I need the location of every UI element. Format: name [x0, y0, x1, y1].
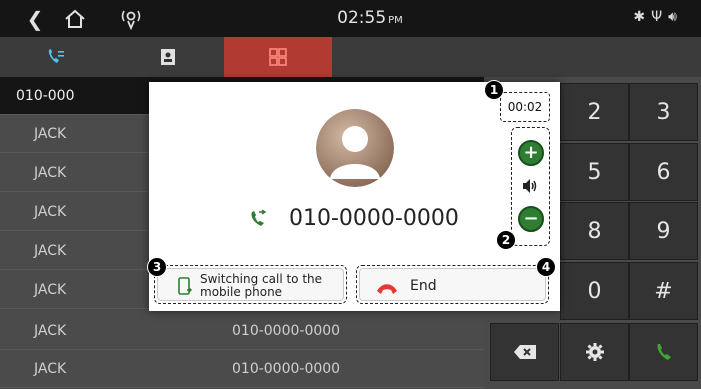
list-item-name: JACK — [34, 165, 67, 181]
backspace-icon — [513, 345, 536, 359]
list-item[interactable]: JACK 010-0000-0000 — [0, 350, 484, 388]
system-icons: ✱Ψ🔊︎ — [633, 9, 683, 25]
volume-up-button[interactable]: + — [518, 140, 544, 166]
phone-screen: ❮ 02:55 PM ✱Ψ🔊︎ 010-000 JACK JACK JACK JA… — [0, 0, 701, 389]
list-item-name: JACK — [34, 323, 67, 339]
home-icon[interactable] — [62, 6, 88, 32]
callout-badge-4: 4 — [536, 257, 556, 277]
backspace-button[interactable] — [490, 323, 559, 381]
list-item-name: 010-000 — [16, 88, 75, 104]
tab-bar — [0, 37, 701, 77]
tab-bar-empty — [332, 37, 701, 77]
key-9[interactable]: 9 — [629, 202, 698, 260]
usb-icon: Ψ — [651, 9, 669, 25]
active-call-icon — [249, 209, 267, 228]
settings-icon — [585, 343, 604, 361]
key-6[interactable]: 6 — [629, 143, 698, 201]
list-item-name: JACK — [34, 204, 67, 220]
end-call-icon — [376, 280, 398, 294]
call-actions: Switching call to the mobile phone End — [149, 263, 560, 311]
clock-time: 02:55 — [337, 8, 387, 28]
list-item[interactable]: JACK 010-0000-0000 — [0, 312, 484, 350]
volume-icon: 🔊︎ — [668, 9, 683, 25]
dialpad-icon — [269, 48, 287, 66]
call-log-icon — [48, 49, 64, 63]
call-timer: 00:02 — [500, 92, 550, 122]
callout-badge-1: 1 — [484, 80, 504, 100]
tab-keypad[interactable] — [224, 37, 332, 77]
call-button[interactable] — [629, 323, 698, 381]
list-item-name: JACK — [34, 282, 67, 298]
key-3[interactable]: 3 — [629, 83, 698, 141]
caller-avatar — [316, 109, 394, 187]
clock: 02:55 PM — [300, 8, 440, 28]
list-item-number: 010-0000-0000 — [232, 361, 341, 377]
status-bar: ❮ 02:55 PM ✱Ψ🔊︎ — [0, 0, 701, 37]
list-item-name: JACK — [34, 243, 67, 259]
key-hash[interactable]: # — [629, 262, 698, 320]
plus-icon: + — [523, 142, 539, 163]
list-item-number: 010-0000-0000 — [232, 323, 341, 339]
end-call-label: End — [410, 278, 437, 294]
volume-down-button[interactable]: − — [518, 206, 544, 232]
key-8[interactable]: 8 — [560, 202, 629, 260]
contacts-book-icon — [161, 49, 175, 65]
key-5[interactable]: 5 — [560, 143, 629, 201]
callout-badge-3: 3 — [147, 257, 167, 277]
switch-to-mobile-button[interactable]: Switching call to the mobile phone — [154, 265, 347, 304]
clock-ampm: PM — [388, 15, 403, 26]
call-icon — [656, 344, 671, 360]
key-2[interactable]: 2 — [560, 83, 629, 141]
back-icon[interactable]: ❮ — [24, 6, 46, 32]
bluetooth-icon: ✱ — [633, 9, 652, 25]
callout-badge-2: 2 — [496, 230, 516, 250]
speaker-icon — [521, 177, 539, 195]
key-0[interactable]: 0 — [560, 262, 629, 320]
tab-recent-calls[interactable] — [0, 37, 112, 77]
settings-button[interactable] — [560, 323, 629, 381]
list-item-name: JACK — [34, 361, 67, 377]
voice-recognition-icon[interactable] — [116, 6, 146, 32]
caller-number: 010-0000-0000 — [289, 206, 459, 231]
switch-to-mobile-label: Switching call to the mobile phone — [200, 272, 323, 299]
list-item-name: JACK — [34, 126, 67, 142]
tab-contacts[interactable] — [112, 37, 224, 77]
mobile-phone-icon — [178, 277, 192, 295]
end-call-surface: End — [359, 268, 546, 301]
volume-control: + − — [511, 127, 550, 246]
switch-to-mobile-surface: Switching call to the mobile phone — [157, 268, 344, 301]
minus-icon: − — [523, 208, 539, 229]
end-call-button[interactable]: End — [356, 265, 549, 304]
active-call-popup: 00:02 010-0000-0000 + − Switching call t… — [149, 82, 560, 311]
